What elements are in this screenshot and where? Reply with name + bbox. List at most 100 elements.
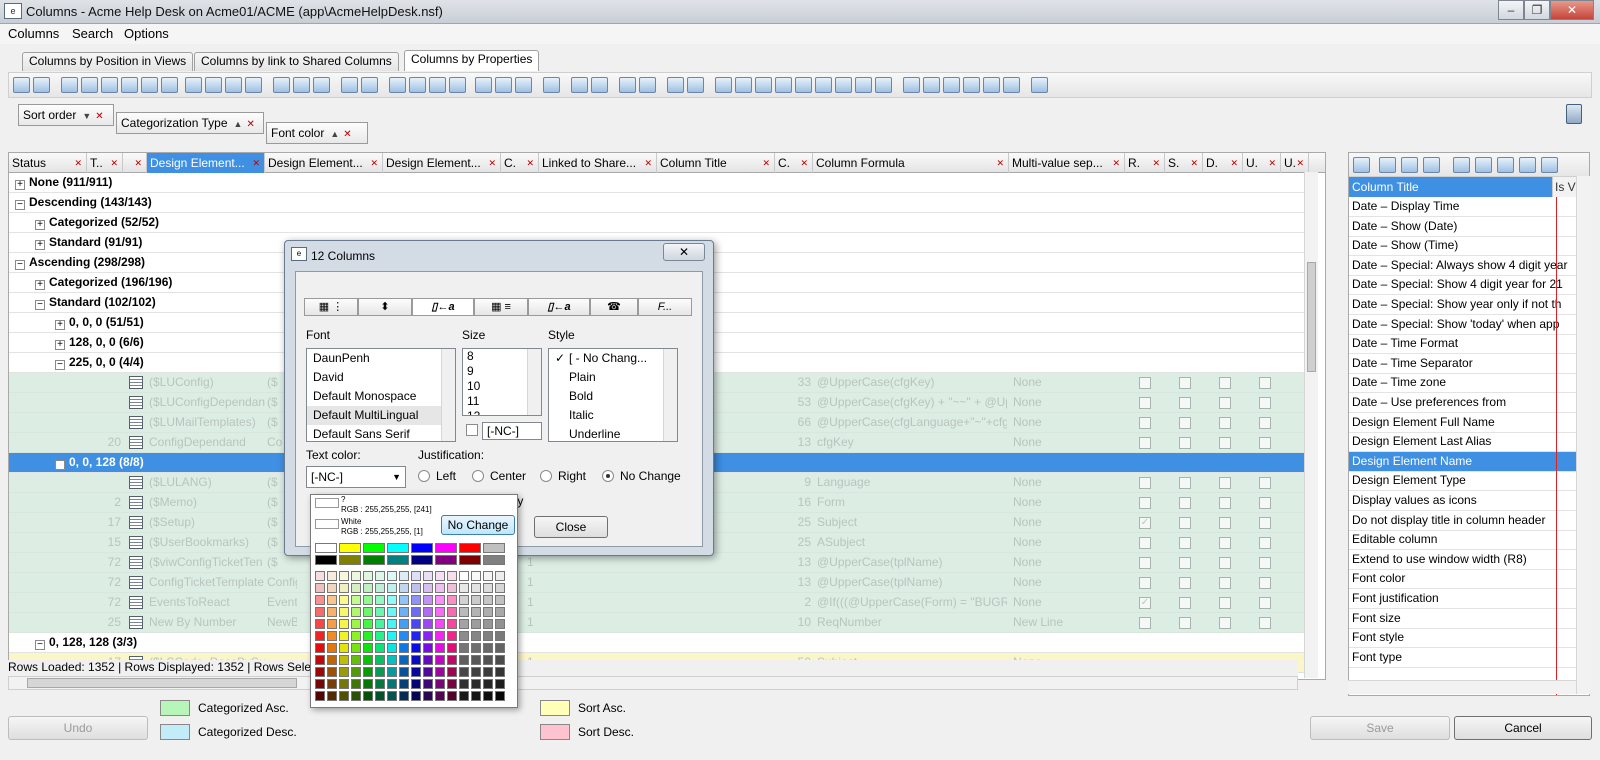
color-swatch[interactable] bbox=[339, 679, 349, 689]
flag-checkbox[interactable] bbox=[1259, 517, 1271, 529]
move-icon[interactable] bbox=[1475, 157, 1492, 173]
property-item[interactable]: Do not display title in column header bbox=[1349, 511, 1589, 531]
tab-advanced[interactable]: ☎ bbox=[590, 298, 638, 316]
color-swatch[interactable] bbox=[411, 667, 421, 677]
column-header[interactable]: Linked to Share... ✕ bbox=[539, 153, 657, 173]
group-row[interactable]: + None (911/911) bbox=[9, 173, 1309, 193]
flag-checkbox[interactable] bbox=[1179, 577, 1191, 589]
color-swatch[interactable] bbox=[327, 679, 337, 689]
zoom-in-icon[interactable] bbox=[475, 77, 492, 93]
color-swatch[interactable] bbox=[399, 607, 409, 617]
flag-checkbox[interactable] bbox=[1259, 497, 1271, 509]
size-nc-field[interactable]: [-NC-] bbox=[482, 422, 542, 440]
property-item[interactable]: Date – Show (Date) bbox=[1349, 217, 1589, 237]
filter-icon[interactable]: ✕ bbox=[488, 153, 496, 173]
color-swatch[interactable] bbox=[495, 571, 505, 581]
font-option[interactable]: DaunPenh bbox=[307, 349, 455, 368]
toolbar-icon[interactable] bbox=[101, 77, 118, 93]
color-swatch[interactable] bbox=[339, 619, 349, 629]
color-swatch[interactable] bbox=[411, 679, 421, 689]
filter-icon[interactable]: ✕ bbox=[1230, 153, 1238, 173]
expand-toggle-icon[interactable]: + bbox=[35, 220, 45, 230]
flag-checkbox[interactable] bbox=[1179, 617, 1191, 629]
table-row[interactable]: 72 EventsToReact EventsT 1 2 @If(((@UpperCase… bbox=[9, 593, 1309, 613]
color-swatch[interactable] bbox=[423, 583, 433, 593]
color-swatch[interactable] bbox=[435, 679, 445, 689]
flag-checkbox[interactable] bbox=[1219, 597, 1231, 609]
color-swatch[interactable] bbox=[459, 543, 481, 553]
color-swatch[interactable] bbox=[363, 619, 373, 629]
color-swatch[interactable] bbox=[471, 655, 481, 665]
color-swatch[interactable] bbox=[363, 631, 373, 641]
color-swatch[interactable] bbox=[387, 643, 397, 653]
flag-checkbox[interactable] bbox=[1259, 557, 1271, 569]
trash-icon[interactable] bbox=[1566, 104, 1582, 124]
justification-radio[interactable] bbox=[418, 470, 430, 482]
toolbar-icon[interactable] bbox=[185, 77, 202, 93]
color-swatch[interactable] bbox=[387, 667, 397, 677]
color-swatch[interactable] bbox=[399, 667, 409, 677]
property-item[interactable]: Date – Display Time bbox=[1349, 197, 1589, 217]
panel-horizontal-scrollbar[interactable] bbox=[1348, 680, 1576, 694]
tab-title-font[interactable]: ▯←a bbox=[528, 298, 590, 316]
filter-icon[interactable]: ✕ bbox=[526, 153, 534, 173]
column-header[interactable]: D. ✕ bbox=[1203, 153, 1243, 173]
toolbar-icon[interactable] bbox=[161, 77, 178, 93]
color-swatch[interactable] bbox=[435, 543, 457, 553]
color-swatch[interactable] bbox=[315, 691, 325, 701]
expand-toggle-icon[interactable]: − bbox=[35, 300, 45, 310]
flag-checkbox[interactable] bbox=[1259, 397, 1271, 409]
color-swatch[interactable] bbox=[483, 667, 493, 677]
column-header[interactable]: C. ✕ bbox=[775, 153, 813, 173]
style-list[interactable]: ✓[ - No Chang... Plain Bold Italic Underline bbox=[548, 348, 678, 442]
filter-icon[interactable] bbox=[835, 77, 852, 93]
toolbar-icon[interactable] bbox=[923, 77, 940, 93]
color-swatch[interactable] bbox=[471, 643, 481, 653]
toolbar-icon[interactable] bbox=[855, 77, 872, 93]
color-swatch[interactable] bbox=[483, 643, 493, 653]
column-header[interactable]: Multi-value sep... ✕ bbox=[1009, 153, 1125, 173]
tab-by-properties[interactable]: Columns by Properties bbox=[404, 50, 540, 71]
color-swatch[interactable] bbox=[351, 691, 361, 701]
color-swatch[interactable] bbox=[327, 643, 337, 653]
color-swatch[interactable] bbox=[447, 619, 457, 629]
color-swatch[interactable] bbox=[339, 571, 349, 581]
color-swatch[interactable] bbox=[315, 619, 325, 629]
property-item[interactable]: Date – Time Format bbox=[1349, 334, 1589, 355]
color-swatch[interactable] bbox=[483, 543, 505, 553]
color-swatch[interactable] bbox=[363, 655, 373, 665]
restore-button[interactable]: ❐ bbox=[1524, 0, 1550, 20]
flag-checkbox[interactable] bbox=[1179, 557, 1191, 569]
color-swatch[interactable] bbox=[351, 595, 361, 605]
color-swatch[interactable] bbox=[411, 555, 433, 565]
color-swatch[interactable] bbox=[423, 691, 433, 701]
list-icon[interactable] bbox=[1379, 157, 1396, 173]
flag-checkbox[interactable] bbox=[1139, 537, 1151, 549]
color-swatch[interactable] bbox=[375, 619, 385, 629]
color-swatch[interactable] bbox=[363, 595, 373, 605]
column-header[interactable]: T.. ✕ bbox=[87, 153, 123, 173]
flag-checkbox[interactable] bbox=[1179, 417, 1191, 429]
toolbar-icon[interactable] bbox=[429, 77, 446, 93]
color-swatch[interactable] bbox=[447, 655, 457, 665]
column-header[interactable]: Column Formula ✕ bbox=[813, 153, 1009, 173]
tab-font[interactable]: ▯←a bbox=[412, 298, 474, 316]
expand-toggle-icon[interactable]: − bbox=[15, 260, 25, 270]
color-swatch[interactable] bbox=[435, 595, 445, 605]
color-swatch[interactable] bbox=[363, 555, 385, 565]
color-swatch[interactable] bbox=[447, 595, 457, 605]
color-swatch[interactable] bbox=[327, 655, 337, 665]
style-list-scrollbar[interactable] bbox=[663, 349, 677, 441]
color-swatch[interactable] bbox=[423, 655, 433, 665]
menu-search[interactable]: Search bbox=[72, 26, 113, 41]
color-swatch[interactable] bbox=[399, 631, 409, 641]
columns-icon[interactable] bbox=[205, 77, 222, 93]
toolbar-icon[interactable] bbox=[715, 77, 732, 93]
flag-checkbox[interactable] bbox=[1179, 597, 1191, 609]
flag-checkbox[interactable] bbox=[1139, 437, 1151, 449]
color-swatch[interactable] bbox=[327, 631, 337, 641]
toolbar-icon[interactable] bbox=[735, 77, 752, 93]
color-swatch[interactable] bbox=[363, 543, 385, 553]
flag-checkbox[interactable] bbox=[1219, 477, 1231, 489]
toolbar-icon[interactable] bbox=[983, 77, 1000, 93]
